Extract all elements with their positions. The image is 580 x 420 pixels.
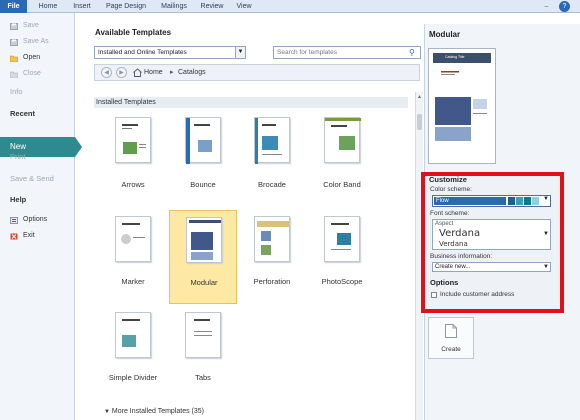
template-modular-thumbnail	[186, 217, 222, 263]
nav-options[interactable]: Options	[0, 213, 75, 226]
template-photoscope[interactable]: PhotoScope	[310, 210, 374, 304]
scroll-up-icon[interactable]: ▲	[417, 94, 422, 100]
close-document-icon	[9, 70, 19, 79]
template-arrows-thumbnail	[115, 117, 151, 163]
template-arrows[interactable]: Arrows	[101, 111, 165, 195]
template-bounce[interactable]: Bounce	[171, 111, 235, 195]
template-search-input[interactable]: Search for templates ⚲	[273, 46, 421, 59]
preview-catalog-title: Catalog Title	[445, 55, 465, 59]
template-arrows-label: Arrows	[121, 180, 145, 189]
template-source-dropdown[interactable]: Installed and Online Templates ▼	[94, 46, 246, 59]
nav-save-as[interactable]: Save As	[0, 35, 75, 48]
options-icon	[10, 216, 18, 224]
tab-insert[interactable]: Insert	[69, 0, 95, 13]
template-tabs[interactable]: Tabs	[171, 306, 235, 396]
breadcrumb-separator-icon: ▸	[170, 69, 174, 76]
minimize-ribbon-icon[interactable]: −	[544, 1, 549, 12]
template-simple-divider[interactable]: Simple Divider	[101, 306, 165, 396]
template-marker-thumbnail	[115, 216, 151, 262]
template-simple-divider-thumbnail	[115, 312, 151, 358]
scrollbar-thumb[interactable]	[417, 114, 422, 130]
available-templates-title: Available Templates	[95, 28, 172, 37]
ribbon-bar: File Home Insert Page Design Mailings Re…	[0, 0, 580, 13]
expand-triangle-icon: ▼	[104, 409, 110, 415]
template-bounce-thumbnail	[185, 117, 221, 164]
template-brocade-label: Brocade	[258, 180, 286, 189]
template-bounce-label: Bounce	[190, 180, 216, 189]
create-button-label: Create	[441, 346, 461, 353]
back-arrow-icon[interactable]: ◀	[101, 67, 112, 78]
chevron-down-icon[interactable]: ▼	[235, 47, 245, 58]
backstage-nav: Save Save As Open Close Info Recent New …	[0, 13, 82, 420]
save-icon	[10, 22, 18, 30]
template-brocade[interactable]: Brocade	[240, 111, 304, 195]
open-folder-icon	[9, 54, 19, 63]
nav-exit[interactable]: Exit	[0, 229, 75, 242]
selected-template-title: Modular	[429, 30, 461, 39]
template-source-value: Installed and Online Templates	[98, 49, 187, 56]
template-tabs-label: Tabs	[195, 373, 211, 382]
tab-home[interactable]: Home	[35, 0, 61, 13]
tab-view[interactable]: View	[233, 0, 255, 13]
template-perforation-thumbnail	[254, 216, 290, 262]
tab-file[interactable]: File	[0, 0, 27, 13]
nav-close[interactable]: Close	[0, 67, 75, 80]
nav-save-as-label: Save As	[23, 38, 49, 45]
save-as-icon	[10, 38, 18, 46]
nav-open[interactable]: Open	[0, 51, 75, 64]
nav-info[interactable]: Info	[10, 87, 23, 96]
more-installed-templates-link[interactable]: ▼ More Installed Templates (35)	[104, 408, 204, 415]
nav-save-label: Save	[23, 22, 39, 29]
template-color-band[interactable]: Color Band	[310, 111, 374, 195]
template-tabs-thumbnail	[185, 312, 221, 358]
template-marker[interactable]: Marker	[101, 210, 165, 304]
breadcrumb-home[interactable]: Home	[144, 68, 163, 78]
nav-exit-label: Exit	[23, 232, 35, 239]
template-modular[interactable]: Modular	[169, 210, 237, 304]
template-photoscope-thumbnail	[324, 216, 360, 262]
template-search-placeholder: Search for templates	[277, 49, 337, 56]
breadcrumb-catalogs: Catalogs	[178, 69, 206, 76]
forward-arrow-icon[interactable]: ▶	[116, 67, 127, 78]
highlight-box	[421, 172, 564, 313]
template-modular-label: Modular	[190, 278, 218, 287]
template-preview: Catalog Title	[428, 48, 496, 164]
template-marker-label: Marker	[121, 277, 145, 286]
template-photoscope-label: PhotoScope	[321, 277, 363, 286]
nav-open-label: Open	[23, 54, 41, 61]
tab-page-design[interactable]: Page Design	[104, 0, 148, 13]
template-simple-divider-label: Simple Divider	[108, 373, 158, 382]
exit-icon	[10, 232, 18, 240]
template-perforation-label: Perforation	[253, 277, 291, 286]
nav-save[interactable]: Save	[0, 19, 75, 32]
nav-recent[interactable]: Recent	[10, 109, 35, 118]
template-perforation[interactable]: Perforation	[240, 210, 304, 304]
nav-save-send[interactable]: Save & Send	[10, 174, 54, 183]
home-icon	[133, 68, 142, 77]
nav-print[interactable]: Print	[10, 152, 25, 161]
installed-templates-header: Installed Templates	[94, 97, 408, 108]
tab-review[interactable]: Review	[199, 0, 225, 13]
search-icon[interactable]: ⚲	[409, 48, 418, 57]
breadcrumb: ◀ ▶ Home ▸ Catalogs	[94, 64, 420, 81]
nav-options-label: Options	[23, 216, 48, 223]
help-icon[interactable]: ?	[559, 1, 570, 12]
nav-help[interactable]: Help	[10, 195, 26, 204]
template-color-band-thumbnail	[324, 117, 361, 163]
template-color-band-label: Color Band	[323, 180, 361, 189]
nav-close-label: Close	[23, 70, 41, 77]
more-installed-templates-label: More Installed Templates (35)	[111, 408, 204, 415]
new-document-icon	[445, 324, 457, 338]
tab-mailings[interactable]: Mailings	[156, 0, 192, 13]
template-brocade-thumbnail	[254, 117, 290, 164]
